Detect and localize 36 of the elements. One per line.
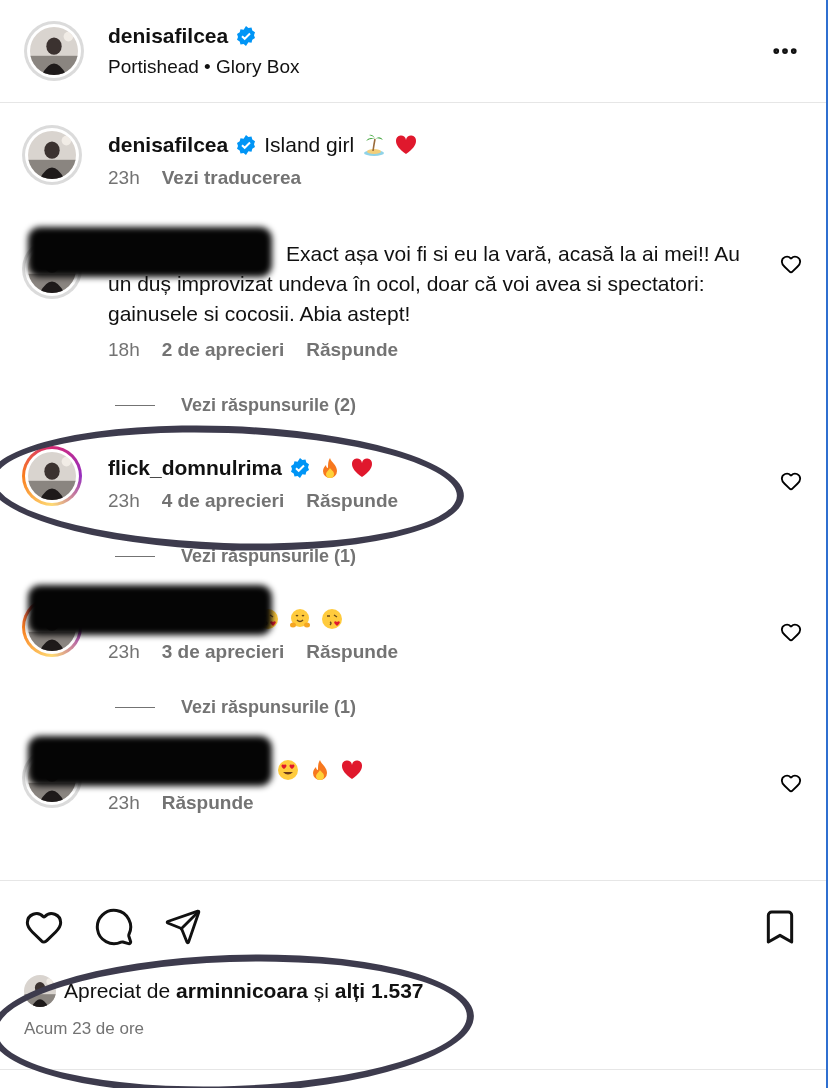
reply-button[interactable]: Răspunde bbox=[306, 339, 399, 361]
reply-button[interactable]: Răspunde bbox=[306, 641, 399, 663]
reply-button[interactable]: Răspunde bbox=[306, 490, 399, 512]
palm-island-icon bbox=[362, 133, 387, 157]
view-replies-button[interactable]: Vezi răspunsurile (1) bbox=[181, 546, 357, 567]
kiss-emoji-icon bbox=[320, 607, 344, 631]
translate-button[interactable]: Vezi traducerea bbox=[161, 167, 302, 189]
comment-time: 23h bbox=[108, 792, 140, 814]
comment-text: Exact așa voi fi si eu la vară, acasă la ai mei!! Au un duș improvizat undeva în ocol, doar că voi avea si spectatori: gainusele si cocosii. Abia astept! bbox=[108, 241, 742, 327]
comment-time: 18h bbox=[108, 339, 140, 361]
heart-emoji-icon bbox=[394, 133, 419, 157]
like-count: 2 de aprecieri bbox=[161, 339, 285, 361]
song-title[interactable]: Portishead • Glory Box bbox=[108, 56, 746, 78]
heart-emoji-icon bbox=[349, 456, 374, 480]
comment-time: 23h bbox=[108, 490, 140, 512]
caption-text: Island girl bbox=[264, 133, 355, 157]
caption-time: 23h bbox=[108, 167, 140, 189]
reply-button[interactable]: Răspunde bbox=[161, 792, 254, 814]
like-count: 3 de aprecieri bbox=[161, 641, 285, 663]
heart-emoji-icon bbox=[340, 758, 364, 782]
like-comment-button[interactable] bbox=[780, 470, 802, 492]
like-comment-button[interactable] bbox=[780, 253, 802, 275]
post-time: Acum 23 de ore bbox=[24, 1019, 145, 1039]
share-button[interactable] bbox=[164, 908, 202, 946]
caption-username[interactable]: denisafilcea bbox=[108, 133, 229, 157]
liked-by-text: Apreciat de arminnicoara și alți 1.537 bbox=[64, 979, 424, 1003]
like-comment-button[interactable] bbox=[780, 621, 802, 643]
like-comment-button[interactable] bbox=[780, 772, 802, 794]
heart-eyes-emoji-icon bbox=[276, 758, 300, 782]
comment-username[interactable]: flick_domnulrima bbox=[108, 456, 282, 480]
username[interactable]: denisafilcea bbox=[108, 24, 229, 48]
comment-time: 23h bbox=[108, 641, 140, 663]
view-replies-button[interactable]: Vezi răspunsurile (1) bbox=[181, 697, 357, 718]
view-replies-button[interactable]: Vezi răspunsurile (2) bbox=[181, 395, 357, 416]
like-count: 4 de aprecieri bbox=[161, 490, 285, 512]
comment-button[interactable] bbox=[94, 907, 134, 947]
